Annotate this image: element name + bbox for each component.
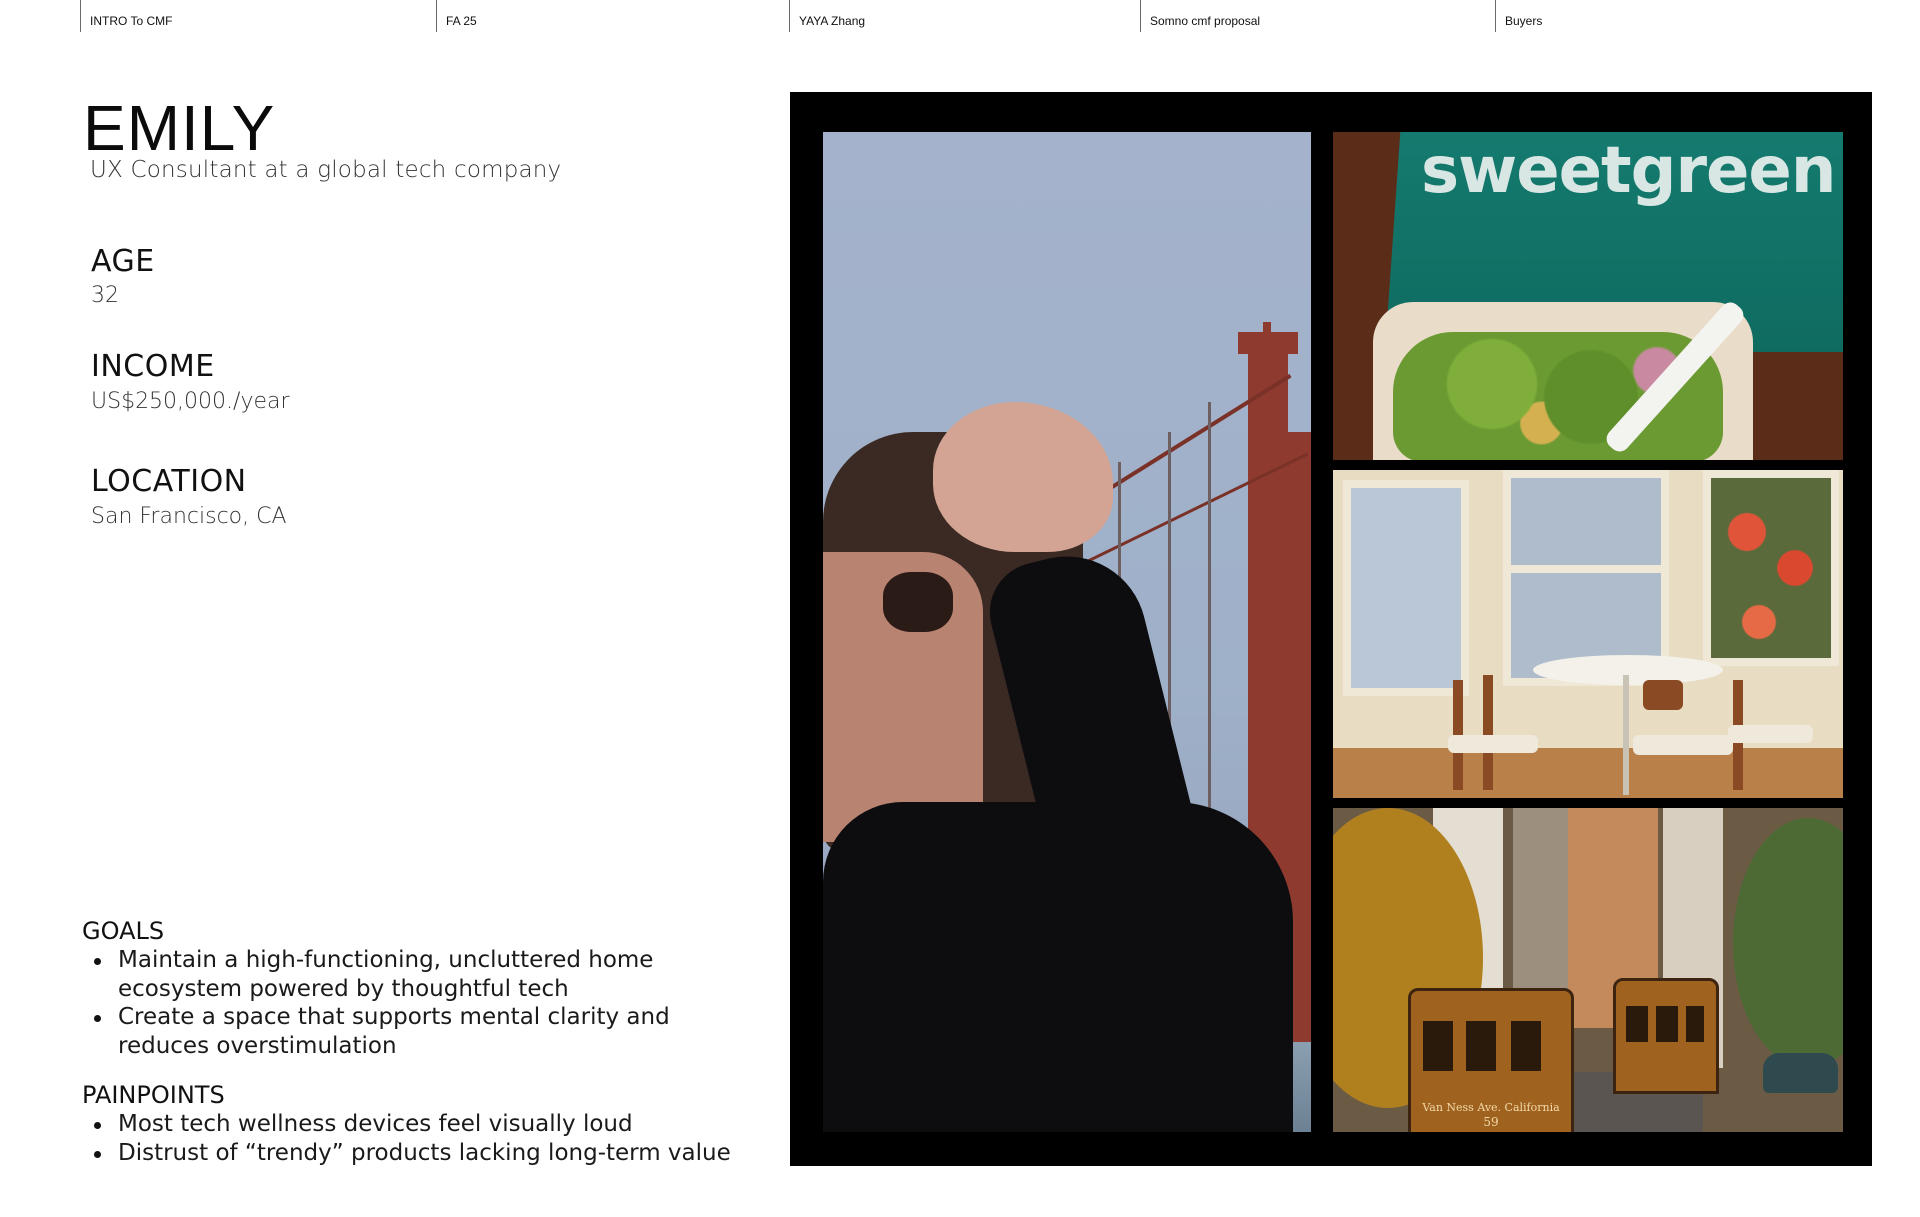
header-cell-section: Buyers: [1495, 0, 1846, 32]
header-cell-course: INTRO To CMF: [80, 0, 436, 32]
header-cell-project: Somno cmf proposal: [1140, 0, 1495, 32]
sweetgreen-logo-text: sweetgreen: [1421, 134, 1836, 208]
persona-name: EMILY: [83, 92, 276, 164]
moodboard-collage: sweetgreen Van Ness Ave. California 59: [790, 92, 1872, 1166]
location-value: San Francisco, CA: [91, 504, 287, 529]
goals-title: GOALS: [82, 917, 165, 945]
dining-nook-photo: [1333, 470, 1843, 798]
header-project-label: Somno cmf proposal: [1150, 14, 1261, 28]
header-author-label: YAYA Zhang: [799, 14, 866, 28]
header-term-label: FA 25: [446, 14, 477, 28]
painpoint-item: Most tech wellness devices feel visually…: [94, 1110, 758, 1139]
income-value: US$250,000./year: [91, 389, 290, 414]
age-value: 32: [91, 283, 119, 308]
painpoints-title: PAINPOINTS: [82, 1081, 225, 1109]
header-course-label: INTRO To CMF: [90, 14, 173, 28]
cable-car-sign: Van Ness Ave. California: [1422, 1101, 1560, 1114]
goal-item: Create a space that supports mental clar…: [94, 1003, 758, 1060]
age-label: AGE: [91, 244, 155, 279]
golden-gate-portrait-photo: [823, 132, 1311, 1132]
income-label: INCOME: [91, 349, 215, 384]
header-section-label: Buyers: [1505, 14, 1543, 28]
sweetgreen-salad-photo: sweetgreen: [1333, 132, 1843, 460]
painpoint-item: Distrust of “trendy” products lacking lo…: [94, 1139, 758, 1168]
goals-list: Maintain a high-functioning, uncluttered…: [82, 946, 758, 1060]
location-label: LOCATION: [91, 464, 247, 499]
header-cell-term: FA 25: [436, 0, 789, 32]
cable-car-street-photo: Van Ness Ave. California 59: [1333, 808, 1843, 1132]
header-cell-author: YAYA Zhang: [789, 0, 1140, 32]
goal-item: Maintain a high-functioning, uncluttered…: [94, 946, 758, 1003]
persona-role: UX Consultant at a global tech company: [90, 157, 562, 183]
painpoints-list: Most tech wellness devices feel visually…: [82, 1110, 758, 1167]
cable-car-number: 59: [1483, 1115, 1499, 1129]
cable-car-front: Van Ness Ave. California 59: [1408, 988, 1574, 1132]
